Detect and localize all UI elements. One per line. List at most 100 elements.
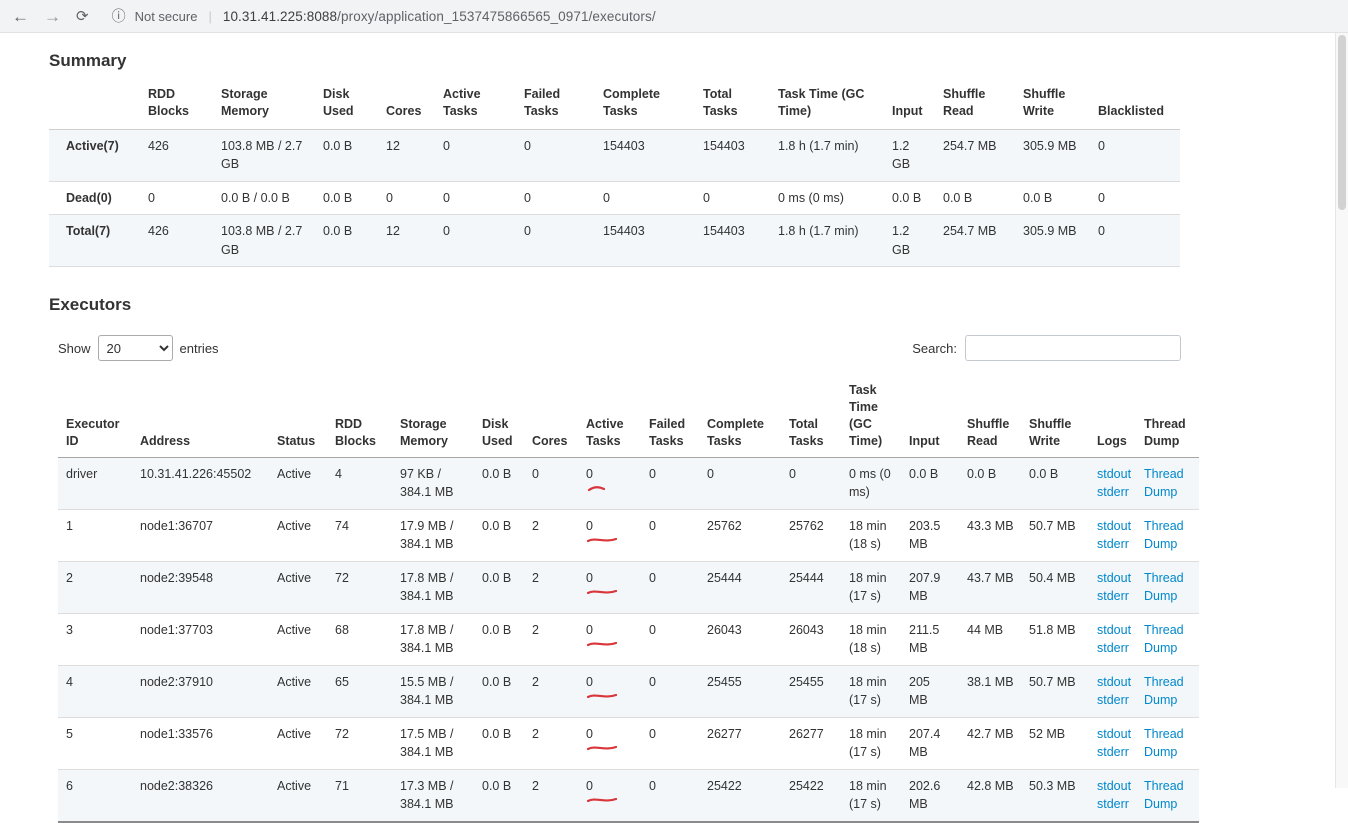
entries-label: entries	[180, 341, 219, 356]
executor-failed-tasks: 0	[641, 717, 699, 769]
executor-storage-memory: 17.8 MB / 384.1 MB	[392, 613, 474, 665]
stdout-link[interactable]: stdout	[1097, 517, 1128, 536]
stdout-link[interactable]: stdout	[1097, 777, 1128, 796]
executor-logs: stdoutstderr	[1089, 665, 1136, 717]
reload-icon[interactable]: ⟳	[76, 9, 89, 24]
executor-active-tasks: 0	[578, 457, 641, 509]
executor-total-tasks: 26043	[781, 613, 841, 665]
summary-column-header: Shuffle Write	[1015, 81, 1090, 129]
executor-address: 10.31.41.226:45502	[132, 457, 269, 509]
executor-storage-memory: 17.3 MB / 384.1 MB	[392, 769, 474, 822]
executor-thread-dump: Thread Dump	[1136, 717, 1199, 769]
stdout-link[interactable]: stdout	[1097, 465, 1128, 484]
summary-cell: 0	[516, 215, 595, 267]
summary-cell: 0 ms (0 ms)	[770, 181, 884, 215]
executor-input: 205 MB	[901, 665, 959, 717]
summary-column-header: Shuffle Read	[935, 81, 1015, 129]
security-badge[interactable]: Not secure	[135, 9, 198, 24]
executor-row: 1node1:36707Active7417.9 MB / 384.1 MB0.…	[58, 509, 1199, 561]
stdout-link[interactable]: stdout	[1097, 621, 1128, 640]
stderr-link[interactable]: stderr	[1097, 587, 1128, 606]
executor-shuffle-read: 38.1 MB	[959, 665, 1021, 717]
executors-column-header[interactable]: Status	[269, 377, 327, 457]
executors-column-header[interactable]: Address	[132, 377, 269, 457]
executors-column-header[interactable]: Executor ID	[58, 377, 132, 457]
thread-dump-link[interactable]: Thread Dump	[1144, 623, 1184, 656]
executor-row: 5node1:33576Active7217.5 MB / 384.1 MB0.…	[58, 717, 1199, 769]
summary-cell: 0.0 B	[935, 181, 1015, 215]
summary-cell: 254.7 MB	[935, 129, 1015, 181]
stderr-link[interactable]: stderr	[1097, 743, 1128, 762]
browser-toolbar: ← → ⟳ ⓘ Not secure | 10.31.41.225:8088/p…	[0, 0, 1348, 33]
executor-failed-tasks: 0	[641, 561, 699, 613]
executors-table: Executor IDAddressStatusRDD BlocksStorag…	[58, 377, 1199, 823]
thread-dump-link[interactable]: Thread Dump	[1144, 519, 1184, 552]
search-input[interactable]	[965, 335, 1181, 361]
executors-column-header[interactable]: Failed Tasks	[641, 377, 699, 457]
executors-column-header[interactable]: Logs	[1089, 377, 1136, 457]
search-label: Search:	[912, 341, 957, 356]
summary-column-header: Active Tasks	[435, 81, 516, 129]
executor-shuffle-write: 52 MB	[1021, 717, 1089, 769]
summary-cell: 0.0 B	[315, 129, 378, 181]
executors-column-header[interactable]: Thread Dump	[1136, 377, 1199, 457]
executor-failed-tasks: 0	[641, 613, 699, 665]
stderr-link[interactable]: stderr	[1097, 639, 1128, 658]
executor-disk-used: 0.0 B	[474, 613, 524, 665]
executors-column-header[interactable]: RDD Blocks	[327, 377, 392, 457]
back-icon[interactable]: ←	[12, 8, 29, 25]
executor-cores: 0	[524, 457, 578, 509]
thread-dump-link[interactable]: Thread Dump	[1144, 571, 1184, 604]
summary-cell: 0	[516, 129, 595, 181]
summary-row: Dead(0)00.0 B / 0.0 B0.0 B000000 ms (0 m…	[49, 181, 1180, 215]
executor-shuffle-write: 50.7 MB	[1021, 665, 1089, 717]
thread-dump-link[interactable]: Thread Dump	[1144, 675, 1184, 708]
executor-active-tasks: 0	[578, 509, 641, 561]
executor-total-tasks: 25762	[781, 509, 841, 561]
stderr-link[interactable]: stderr	[1097, 483, 1128, 502]
stderr-link[interactable]: stderr	[1097, 535, 1128, 554]
executor-disk-used: 0.0 B	[474, 717, 524, 769]
executors-column-header[interactable]: Total Tasks	[781, 377, 841, 457]
forward-icon[interactable]: →	[44, 8, 61, 25]
executors-column-header[interactable]: Active Tasks	[578, 377, 641, 457]
executor-complete-tasks: 26277	[699, 717, 781, 769]
url-bar[interactable]: 10.31.41.225:8088/proxy/application_1537…	[223, 9, 656, 24]
scrollbar[interactable]	[1335, 33, 1348, 788]
executors-column-header[interactable]: Disk Used	[474, 377, 524, 457]
entries-select[interactable]: 20	[98, 335, 173, 361]
stdout-link[interactable]: stdout	[1097, 673, 1128, 692]
red-underline-annotation	[587, 484, 607, 493]
executor-logs: stdoutstderr	[1089, 769, 1136, 822]
executors-column-header[interactable]: Input	[901, 377, 959, 457]
executor-cores: 2	[524, 665, 578, 717]
url-divider: |	[208, 9, 211, 24]
url-path: /proxy/application_1537475866565_0971/ex…	[337, 9, 656, 24]
active-tasks-value: 0	[586, 519, 593, 533]
executors-column-header[interactable]: Cores	[524, 377, 578, 457]
summary-cell: 305.9 MB	[1015, 215, 1090, 267]
executors-column-header[interactable]: Shuffle Read	[959, 377, 1021, 457]
stdout-link[interactable]: stdout	[1097, 569, 1128, 588]
thread-dump-link[interactable]: Thread Dump	[1144, 467, 1184, 500]
stderr-link[interactable]: stderr	[1097, 795, 1128, 814]
executor-row: driver10.31.41.226:45502Active497 KB / 3…	[58, 457, 1199, 509]
red-underline-annotation	[587, 536, 617, 545]
info-icon[interactable]: ⓘ	[112, 6, 126, 26]
summary-row-label: Active(7)	[49, 129, 140, 181]
executor-id: 2	[58, 561, 132, 613]
executors-column-header[interactable]: Shuffle Write	[1021, 377, 1089, 457]
red-underline-annotation	[587, 588, 617, 597]
stderr-link[interactable]: stderr	[1097, 691, 1128, 710]
executor-row: 6node2:38326Active7117.3 MB / 384.1 MB0.…	[58, 769, 1199, 822]
executor-task-time: 18 min (17 s)	[841, 665, 901, 717]
stdout-link[interactable]: stdout	[1097, 725, 1128, 744]
executors-column-header[interactable]: Complete Tasks	[699, 377, 781, 457]
executors-column-header[interactable]: Storage Memory	[392, 377, 474, 457]
executor-total-tasks: 26277	[781, 717, 841, 769]
thread-dump-link[interactable]: Thread Dump	[1144, 727, 1184, 760]
thread-dump-link[interactable]: Thread Dump	[1144, 779, 1184, 812]
summary-column-header: Storage Memory	[213, 81, 315, 129]
executors-column-header[interactable]: Task Time (GC Time)	[841, 377, 901, 457]
scrollbar-thumb[interactable]	[1338, 35, 1346, 210]
